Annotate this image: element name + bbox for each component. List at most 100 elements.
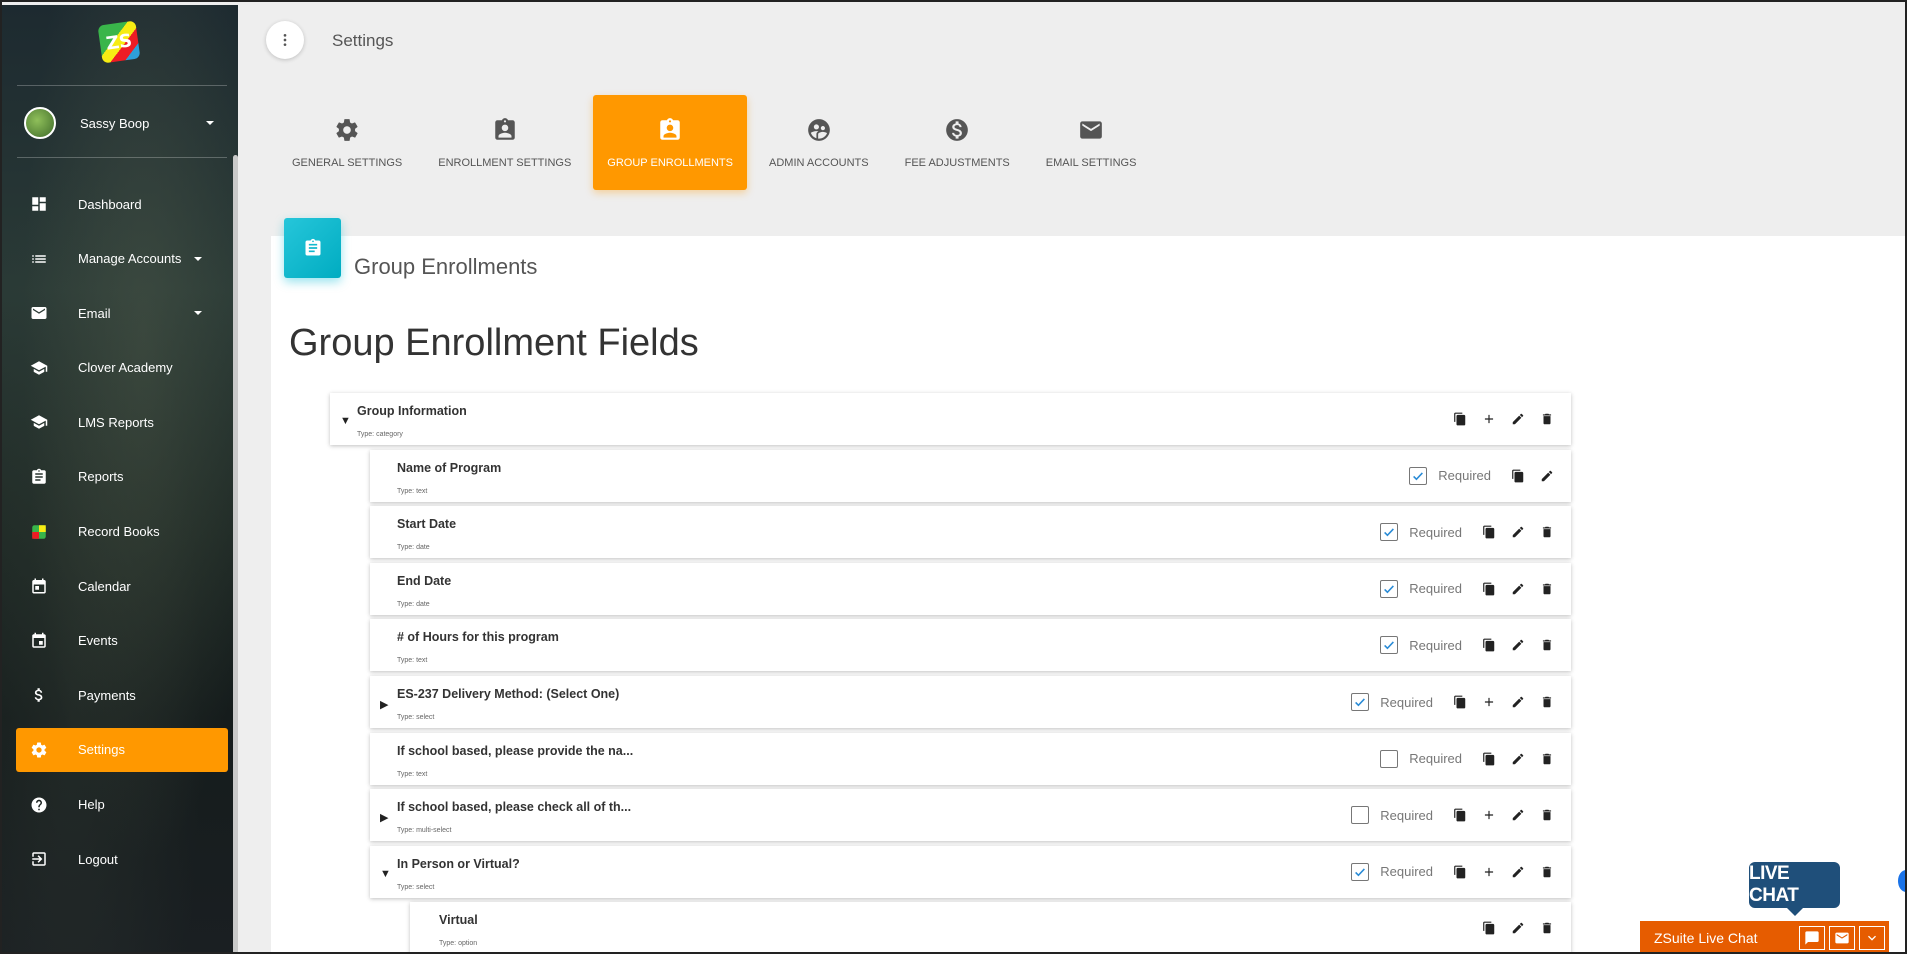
required-checkbox[interactable] (1380, 749, 1399, 768)
tab-fee-adjustments[interactable]: FEE ADJUSTMENTS (891, 95, 1024, 190)
delete-button[interactable] (1532, 521, 1561, 543)
sidebar-item-logout[interactable]: Logout (16, 837, 228, 881)
user-menu[interactable]: Sassy Boop (24, 105, 224, 141)
delete-button[interactable] (1532, 578, 1561, 600)
delete-button[interactable] (1532, 691, 1561, 713)
delete-icon (1542, 696, 1551, 708)
required-toggle[interactable]: Required (1351, 806, 1433, 825)
delete-button[interactable] (1532, 408, 1561, 430)
tab-enrollment-settings[interactable]: ENROLLMENT SETTINGS (424, 95, 585, 190)
edit-button[interactable] (1503, 578, 1532, 600)
copy-button[interactable] (1445, 408, 1474, 430)
chat-message-button[interactable] (1799, 925, 1825, 950)
delete-button[interactable] (1532, 748, 1561, 770)
edit-button[interactable] (1503, 748, 1532, 770)
field-actions: Required (1351, 789, 1561, 841)
required-checkbox[interactable] (1351, 693, 1370, 711)
edit-button[interactable] (1503, 804, 1532, 826)
sidebar-item-dashboard[interactable]: Dashboard (16, 182, 228, 226)
field-row[interactable]: ▼ Group Information Type: category (330, 393, 1571, 445)
live-chat-bar[interactable]: ZSuite Live Chat (1640, 921, 1889, 954)
delete-icon (1542, 809, 1551, 821)
chat-minimize-button[interactable] (1859, 925, 1885, 950)
copy-button[interactable] (1474, 578, 1503, 600)
tab-group-enrollments[interactable]: GROUP ENROLLMENTS (593, 95, 747, 190)
delete-button[interactable] (1532, 917, 1561, 939)
expand-arrow-icon[interactable]: ▶ (380, 698, 388, 711)
sidebar-item-payments[interactable]: Payments (16, 673, 228, 717)
tab-admin-accounts[interactable]: ADMIN ACCOUNTS (755, 95, 883, 190)
field-actions (1474, 902, 1561, 954)
edit-button[interactable] (1503, 861, 1532, 883)
sidebar-item-calendar[interactable]: Calendar (16, 564, 228, 608)
field-row[interactable]: ▶ If school based, please check all of th… (370, 789, 1571, 842)
collapse-arrow-icon[interactable]: ▼ (340, 415, 351, 427)
delete-icon (1542, 583, 1551, 595)
add-button[interactable] (1474, 408, 1503, 430)
chat-indicator-icon[interactable] (1898, 870, 1907, 892)
delete-button[interactable] (1532, 804, 1561, 826)
sidebar-scrollbar[interactable] (233, 155, 238, 954)
field-row[interactable]: If school based, please provide the na..… (370, 732, 1571, 785)
copy-button[interactable] (1474, 634, 1503, 656)
add-button[interactable] (1474, 804, 1503, 826)
sidebar-item-settings[interactable]: Settings (16, 727, 228, 772)
field-row[interactable]: ▶ ES-237 Delivery Method: (Select One) Typ… (370, 676, 1571, 728)
expand-arrow-icon[interactable]: ▶ (380, 811, 388, 824)
edit-button[interactable] (1532, 465, 1561, 487)
sidebar-item-record-books[interactable]: Record Books (16, 510, 228, 554)
required-checkbox[interactable] (1380, 523, 1399, 542)
sidebar-item-lms-reports[interactable]: LMS Reports (16, 400, 228, 444)
sidebar-item-reports[interactable]: Reports (16, 455, 228, 499)
sidebar-item-help[interactable]: Help (16, 783, 228, 827)
required-toggle[interactable]: Required (1351, 862, 1433, 881)
copy-button[interactable] (1474, 917, 1503, 939)
copy-button[interactable] (1445, 804, 1474, 826)
zsuite-logo[interactable]: ZS (97, 20, 142, 65)
more-menu-button[interactable] (266, 21, 304, 59)
required-checkbox[interactable] (1351, 862, 1370, 881)
copy-button[interactable] (1445, 691, 1474, 713)
edit-button[interactable] (1503, 691, 1532, 713)
required-toggle[interactable]: Required (1380, 749, 1462, 768)
delete-button[interactable] (1532, 634, 1561, 656)
required-toggle[interactable]: Required (1380, 636, 1462, 655)
required-toggle[interactable]: Required (1409, 466, 1491, 485)
sidebar-item-clover-academy[interactable]: Clover Academy (16, 346, 228, 390)
add-button[interactable] (1474, 691, 1503, 713)
collapse-arrow-icon[interactable]: ▼ (380, 868, 391, 880)
required-toggle[interactable]: Required (1380, 579, 1462, 598)
required-checkbox[interactable] (1409, 466, 1428, 485)
copy-button[interactable] (1474, 748, 1503, 770)
edit-button[interactable] (1503, 408, 1532, 430)
edit-button[interactable] (1503, 917, 1532, 939)
field-name: End Date (397, 573, 452, 588)
sidebar-item-manage-accounts[interactable]: Manage Accounts (16, 237, 228, 281)
required-checkbox[interactable] (1380, 579, 1399, 598)
required-toggle[interactable]: Required (1351, 693, 1433, 711)
field-row[interactable]: End Date Type: date Required (370, 562, 1571, 615)
field-type: Type: text (397, 487, 428, 495)
sidebar-item-email[interactable]: Email (16, 291, 228, 335)
required-toggle[interactable]: Required (1380, 523, 1462, 542)
field-row[interactable]: Virtual Type: option (410, 902, 1571, 954)
copy-button[interactable] (1445, 861, 1474, 883)
tab-general-settings[interactable]: GENERAL SETTINGS (278, 95, 416, 190)
field-row[interactable]: # of Hours for this program Type: text Req… (370, 619, 1571, 672)
section-title: Group Enrollment Fields (289, 322, 699, 364)
delete-button[interactable] (1532, 861, 1561, 883)
field-row[interactable]: Start Date Type: date Required (370, 506, 1571, 559)
live-chat-badge[interactable]: LIVE CHAT (1749, 862, 1840, 916)
field-row[interactable]: Name of Program Type: text Required (370, 449, 1571, 502)
edit-button[interactable] (1503, 521, 1532, 543)
add-button[interactable] (1474, 861, 1503, 883)
chat-email-button[interactable] (1829, 925, 1855, 950)
required-checkbox[interactable] (1380, 636, 1399, 655)
sidebar-item-events[interactable]: Events (16, 619, 228, 663)
edit-button[interactable] (1503, 634, 1532, 656)
required-checkbox[interactable] (1351, 806, 1370, 825)
field-row[interactable]: ▼ In Person or Virtual? Type: select Requir… (370, 845, 1571, 898)
copy-button[interactable] (1474, 521, 1503, 543)
copy-button[interactable] (1503, 465, 1532, 487)
tab-email-settings[interactable]: EMAIL SETTINGS (1032, 95, 1151, 190)
